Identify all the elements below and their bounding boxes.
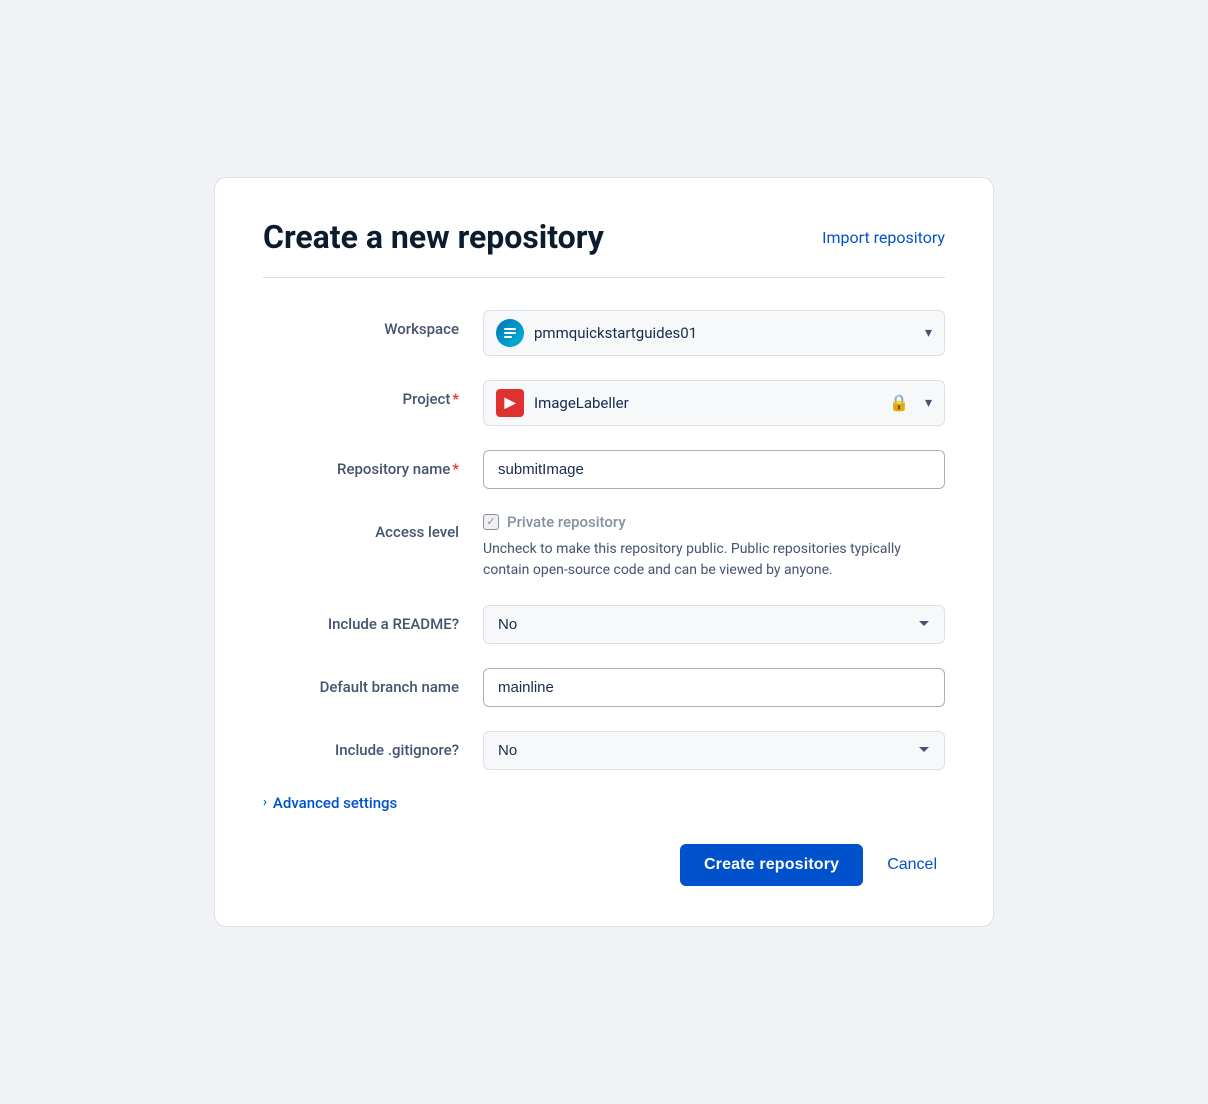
project-row: Project* ▶ ImageLabeller 🔒 ▾ (263, 380, 945, 426)
access-description: Uncheck to make this repository public. … (483, 539, 923, 581)
project-chevron-icon: ▾ (925, 395, 932, 411)
header-divider (263, 277, 945, 278)
workspace-label: Workspace (263, 310, 483, 338)
workspace-control: pmmquickstartguides01 ▾ (483, 310, 945, 356)
readme-control: No Yes (483, 605, 945, 644)
gitignore-select[interactable]: No Yes (483, 731, 945, 770)
workspace-select[interactable]: pmmquickstartguides01 ▾ (483, 310, 945, 356)
private-repo-checkbox[interactable]: ✓ (483, 514, 499, 530)
project-required: * (452, 390, 459, 408)
project-control: ▶ ImageLabeller 🔒 ▾ (483, 380, 945, 426)
access-level-row: Access level ✓ Private repository Unchec… (263, 513, 945, 581)
readme-select[interactable]: No Yes (483, 605, 945, 644)
default-branch-input[interactable] (483, 668, 945, 707)
default-branch-row: Default branch name (263, 668, 945, 707)
lock-icon: 🔒 (889, 393, 909, 412)
gitignore-label: Include .gitignore? (263, 731, 483, 759)
workspace-row: Workspace pmmquickstartguides01 ▾ (263, 310, 945, 356)
private-repo-label: Private repository (507, 513, 626, 531)
dialog-header: Create a new repository Import repositor… (263, 218, 945, 256)
advanced-settings-label: Advanced settings (273, 794, 397, 812)
repo-name-row: Repository name* (263, 450, 945, 489)
project-value: ImageLabeller (534, 394, 629, 412)
import-repository-link[interactable]: Import repository (822, 228, 945, 247)
default-branch-label: Default branch name (263, 668, 483, 696)
checkbox-check-icon: ✓ (486, 516, 495, 527)
repo-name-control (483, 450, 945, 489)
advanced-chevron-icon: › (263, 795, 267, 810)
access-level-label: Access level (263, 513, 483, 541)
advanced-settings-link[interactable]: › Advanced settings (263, 794, 945, 812)
access-level-control: ✓ Private repository Uncheck to make thi… (483, 513, 945, 581)
cancel-button[interactable]: Cancel (879, 844, 945, 886)
default-branch-control (483, 668, 945, 707)
project-select[interactable]: ▶ ImageLabeller 🔒 ▾ (483, 380, 945, 426)
repo-name-input[interactable] (483, 450, 945, 489)
create-repository-dialog: Create a new repository Import repositor… (214, 177, 994, 926)
gitignore-control: No Yes (483, 731, 945, 770)
readme-row: Include a README? No Yes (263, 605, 945, 644)
private-repo-checkbox-row: ✓ Private repository (483, 513, 945, 531)
create-repository-button[interactable]: Create repository (680, 844, 863, 886)
repo-name-label: Repository name* (263, 450, 483, 478)
page-title: Create a new repository (263, 218, 604, 256)
project-icon: ▶ (496, 389, 524, 417)
workspace-chevron-icon: ▾ (925, 325, 932, 341)
project-label: Project* (263, 380, 483, 408)
readme-label: Include a README? (263, 605, 483, 633)
repo-name-required: * (452, 460, 459, 478)
form-footer: Create repository Cancel (263, 844, 945, 886)
workspace-icon (496, 319, 524, 347)
workspace-value: pmmquickstartguides01 (534, 324, 697, 342)
gitignore-row: Include .gitignore? No Yes (263, 731, 945, 770)
